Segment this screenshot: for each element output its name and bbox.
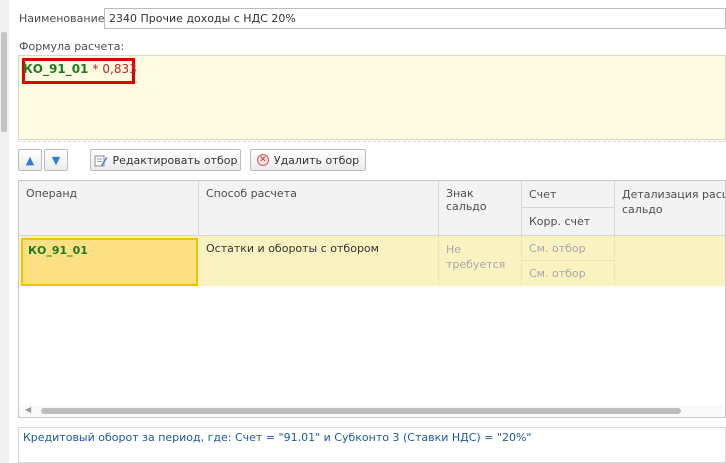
filter-description: Кредитовый оборот за период, где: Счет =…: [18, 427, 726, 463]
scroll-left-icon[interactable]: ◀: [25, 405, 31, 414]
column-header-balance-sign[interactable]: Знак сальдо: [439, 181, 522, 236]
edit-filter-icon: [94, 154, 108, 167]
column-header-method[interactable]: Способ расчета: [199, 181, 439, 236]
cell-balance-sign[interactable]: Не требуется: [439, 236, 522, 286]
formula-operand: КО_91_01: [23, 62, 89, 76]
edit-filter-button[interactable]: Редактировать отбор: [90, 149, 241, 171]
formula-number: 0,833: [102, 62, 137, 76]
column-header-account[interactable]: Счет: [522, 181, 615, 208]
formula-editor[interactable]: КО_91_01 * 0,833: [18, 55, 726, 140]
name-input[interactable]: 2340 Прочие доходы с НДС 20%: [104, 8, 726, 29]
column-header-corr-account[interactable]: Корр. счет: [522, 208, 615, 236]
table-row[interactable]: КО_91_01 Остатки и обороты с отбором Не …: [19, 236, 725, 286]
left-scrollbar-thumb[interactable]: [1, 32, 7, 132]
arrow-up-icon: ▲: [25, 153, 35, 167]
cell-method[interactable]: Остатки и обороты с отбором: [199, 236, 439, 286]
table-scrollbar-thumb[interactable]: [41, 408, 681, 414]
formula-expression: КО_91_01 * 0,833: [23, 62, 137, 76]
section-divider: [18, 141, 726, 142]
column-header-detail[interactable]: Детализация расши сальдо: [615, 181, 725, 236]
move-down-button[interactable]: ▼: [44, 149, 68, 171]
delete-filter-label: Удалить отбор: [273, 153, 360, 167]
delete-icon: ✕: [256, 154, 269, 166]
table-horizontal-scrollbar[interactable]: ◀: [19, 405, 725, 417]
column-header-detail-line1: Детализация расши: [622, 188, 725, 201]
cell-account[interactable]: См. отбор: [522, 236, 615, 261]
delete-filter-button[interactable]: ✕ Удалить отбор: [250, 149, 366, 171]
move-up-button[interactable]: ▲: [18, 149, 42, 171]
operands-table[interactable]: Операнд Способ расчета Знак сальдо Счет …: [18, 180, 726, 418]
column-header-detail-line2: сальдо: [622, 203, 663, 216]
cell-detail[interactable]: [615, 236, 725, 286]
cell-corr-account[interactable]: См. отбор: [522, 261, 615, 286]
cell-balance-sign-line2: требуется: [446, 258, 506, 271]
name-label: Наименование:: [19, 12, 109, 25]
formula-operator: *: [92, 62, 99, 76]
edit-filter-label: Редактировать отбор: [112, 153, 238, 167]
arrow-down-icon: ▼: [51, 153, 61, 167]
left-scrollbar[interactable]: [0, 0, 9, 463]
cell-operand[interactable]: КО_91_01: [21, 238, 198, 286]
formula-label: Формула расчета:: [19, 40, 125, 53]
column-header-operand[interactable]: Операнд: [19, 181, 199, 236]
cell-balance-sign-line1: Не: [446, 243, 462, 256]
